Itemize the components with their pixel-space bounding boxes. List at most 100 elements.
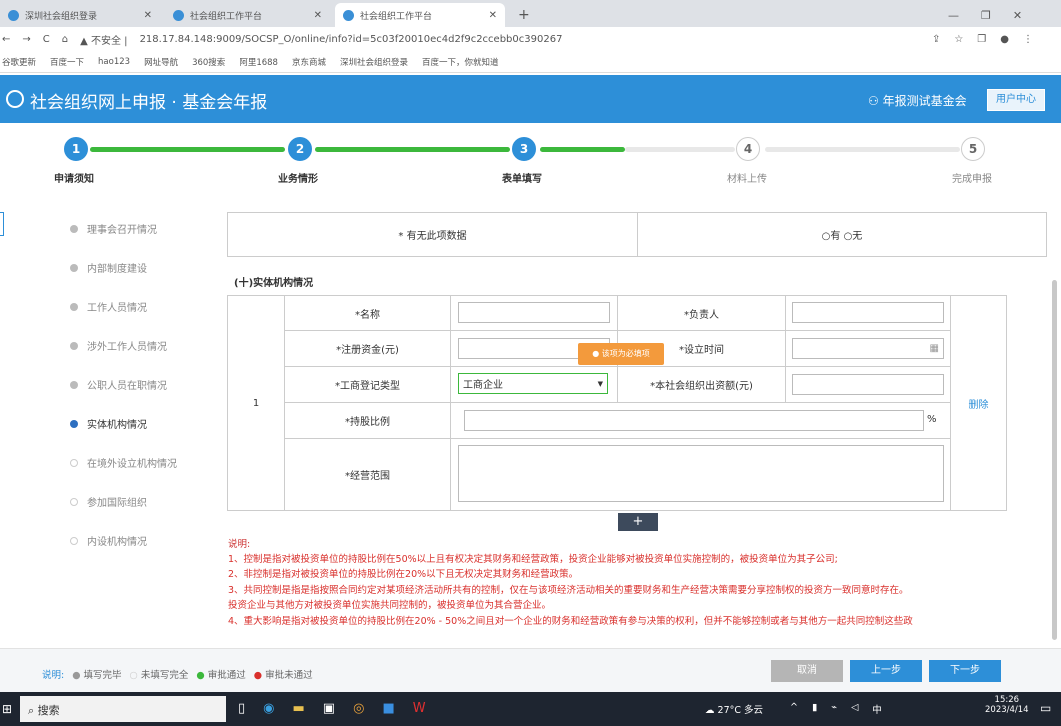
bookmark[interactable]: 360搜索 — [192, 56, 225, 68]
wps-icon[interactable]: W — [413, 701, 426, 716]
sidebar-item[interactable]: 在境外设立机构情况 — [70, 455, 177, 470]
step-1: 1 — [64, 137, 88, 161]
close-tab-icon[interactable]: ✕ — [489, 10, 497, 21]
status-dot — [70, 380, 78, 389]
step-label: 表单填写 — [502, 174, 542, 185]
legend-text: 审批未通过 — [265, 670, 313, 681]
ime-indicator[interactable]: 中 — [872, 702, 882, 716]
new-tab-button[interactable]: + — [510, 3, 538, 27]
search-box[interactable]: ⌕ 搜索 — [20, 696, 226, 722]
start-icon[interactable]: ⊞ — [2, 702, 12, 716]
sidebar-item[interactable]: 内设机构情况 — [70, 533, 147, 548]
status-dot — [70, 536, 78, 545]
security-warning[interactable]: ▲ 不安全 | — [80, 32, 127, 47]
bookmark[interactable]: 深圳社会组织登录 — [340, 56, 408, 68]
notification-icon[interactable]: ▭ — [1040, 701, 1051, 715]
close-tab-icon[interactable]: ✕ — [144, 10, 152, 21]
add-row-button[interactable]: + — [618, 513, 658, 531]
forward-icon[interactable]: → — [22, 34, 30, 45]
bookmark[interactable]: hao123 — [98, 57, 130, 67]
browser-tab[interactable]: 社会组织工作平台 ✕ — [165, 3, 330, 27]
user-name[interactable]: ⚇ 年报测试基金会 — [868, 92, 967, 109]
file-explorer-icon[interactable]: ▬ — [293, 701, 305, 716]
chrome-icon[interactable]: ◎ — [353, 701, 364, 716]
bookmark[interactable]: 百度一下，你就知道 — [422, 56, 499, 68]
user-name-text: 年报测试基金会 — [882, 94, 967, 108]
share-input[interactable] — [464, 410, 924, 431]
invest-input[interactable] — [792, 374, 944, 395]
back-icon[interactable]: ← — [2, 34, 10, 45]
reload-icon[interactable]: C — [43, 34, 50, 45]
has-data-radio-group[interactable]: ○有 ○无 — [637, 212, 1047, 257]
app-header: 社会组织网上申报 · 基金会年报 ⚇ 年报测试基金会 用户中心 — [0, 75, 1061, 123]
browser-toolbar-icons[interactable]: ⇪☆❐●⋮ — [932, 34, 1047, 45]
sidebar-item[interactable]: 内部制度建设 — [70, 260, 147, 275]
name-input[interactable] — [458, 302, 610, 323]
system-tray[interactable]: ^ ▮ ⌁ ◁ 中 — [790, 702, 882, 716]
taskbar-apps: ▯ ◉ ▬ ▣ ◎ ■ W — [238, 701, 426, 716]
notepad-icon[interactable]: ▣ — [323, 701, 335, 716]
step-3: 3 — [512, 137, 536, 161]
sidebar-item-current[interactable]: 实体机构情况 — [70, 416, 147, 431]
volume-icon[interactable]: ◁ — [851, 702, 858, 716]
bookmark[interactable]: 阿里1688 — [239, 56, 278, 68]
task-view-icon[interactable]: ▯ — [238, 701, 245, 716]
prev-step-button[interactable]: 上一步 — [850, 660, 922, 682]
site-icon — [8, 9, 19, 21]
sidebar-item[interactable]: 公职人员在职情况 — [70, 377, 167, 392]
sidebar-item[interactable]: 理事会召开情况 — [70, 221, 157, 236]
step-4: 4 — [736, 137, 760, 161]
bookmark[interactable]: 京东商城 — [292, 56, 326, 68]
tray-chevron-icon[interactable]: ^ — [790, 702, 798, 716]
notes-title: 说明: — [228, 539, 251, 550]
app-icon[interactable]: ■ — [382, 701, 394, 716]
weather[interactable]: ☁ 27°C 多云 — [705, 702, 763, 716]
status-dot — [70, 224, 78, 233]
established-date-input[interactable]: ▦ — [792, 338, 944, 359]
bookmark[interactable]: 网址导航 — [144, 56, 178, 68]
legend-text: 未填写完全 — [140, 670, 189, 681]
sidebar-item[interactable]: 参加国际组织 — [70, 494, 147, 509]
leader-input[interactable] — [792, 302, 944, 323]
sidebar-item[interactable]: 涉外工作人员情况 — [70, 338, 167, 353]
scope-textarea[interactable] — [458, 445, 944, 502]
close-tab-icon[interactable]: ✕ — [314, 10, 322, 21]
url-input[interactable]: 218.17.84.148:9009/SOCSP_O/online/info?i… — [140, 34, 563, 45]
restore-icon[interactable]: ❐ — [981, 9, 991, 22]
sidebar-item-label: 实体机构情况 — [87, 420, 147, 431]
status-dot — [70, 263, 78, 272]
progress-line-done — [315, 147, 510, 152]
home-icon[interactable]: ⌂ — [62, 34, 68, 45]
logo-icon — [6, 90, 24, 108]
window-controls[interactable]: — ❐ ✕ — [940, 3, 1030, 27]
next-step-button[interactable]: 下一步 — [929, 660, 1001, 682]
invest-label: *本社会组织出资额(元) — [617, 366, 786, 403]
network-icon[interactable]: ⌁ — [831, 702, 837, 716]
type-select[interactable]: 工商企业 ▼ — [458, 373, 608, 394]
close-window-icon[interactable]: ✕ — [1013, 9, 1022, 22]
site-icon — [343, 9, 354, 21]
calendar-icon[interactable]: ▦ — [930, 343, 939, 354]
browser-tab[interactable]: 深圳社会组织登录 ✕ — [0, 3, 160, 27]
user-center-button[interactable]: 用户中心 — [987, 89, 1045, 111]
progress-line-done — [90, 147, 285, 152]
mic-icon[interactable]: ▮ — [812, 702, 817, 716]
section-title: (十)实体机构情况 — [234, 278, 314, 289]
security-warning-text: 不安全 — [91, 35, 121, 47]
sidebar-item-label: 公职人员在职情况 — [87, 381, 167, 392]
legend-done: ● 填写完毕 — [72, 670, 122, 681]
sidebar-collapse-handle[interactable] — [0, 212, 4, 236]
browser-tab-active[interactable]: 社会组织工作平台 ✕ — [335, 3, 505, 27]
sidebar-item[interactable]: 工作人员情况 — [70, 299, 147, 314]
delete-link[interactable]: 删除 — [969, 396, 989, 411]
cancel-button[interactable]: 取消 — [771, 660, 843, 682]
status-dot — [70, 458, 78, 467]
minimize-icon[interactable]: — — [948, 9, 959, 22]
scrollbar[interactable] — [1052, 280, 1057, 640]
clock[interactable]: 15:26 2023/4/14 — [985, 695, 1029, 715]
bookmark[interactable]: 百度一下 — [50, 56, 84, 68]
edge-icon[interactable]: ◉ — [263, 701, 274, 716]
site-icon — [173, 9, 184, 21]
legend-text: 审批通过 — [207, 670, 246, 681]
bookmark[interactable]: 谷歌更新 — [2, 56, 36, 68]
